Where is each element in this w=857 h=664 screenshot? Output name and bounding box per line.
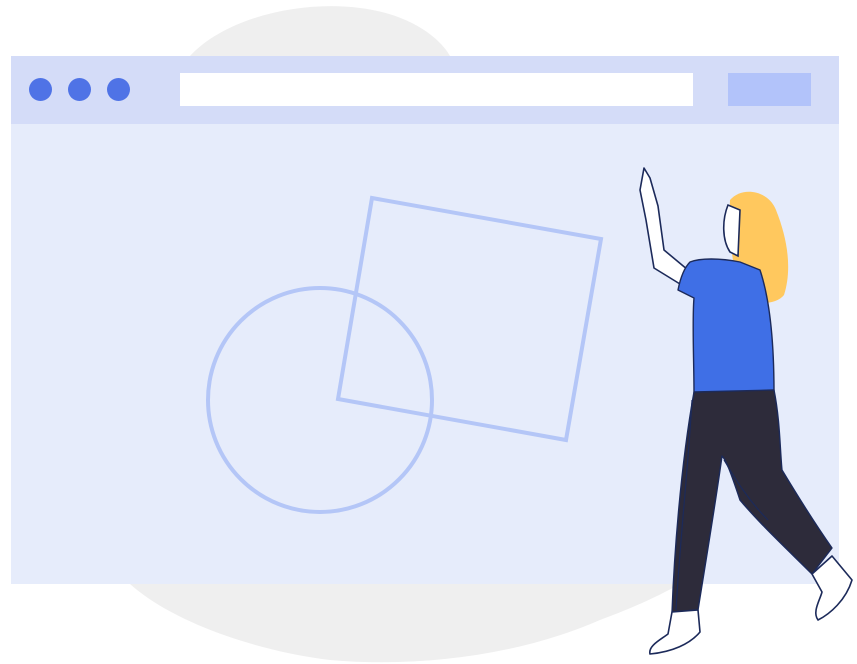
- raised-arm: [639, 167, 689, 285]
- head: [722, 203, 741, 258]
- shirt: [677, 258, 775, 395]
- pants: [671, 389, 833, 613]
- woman-figure: [639, 167, 853, 655]
- illustration-stage: [0, 0, 857, 664]
- left-foot: [649, 609, 701, 655]
